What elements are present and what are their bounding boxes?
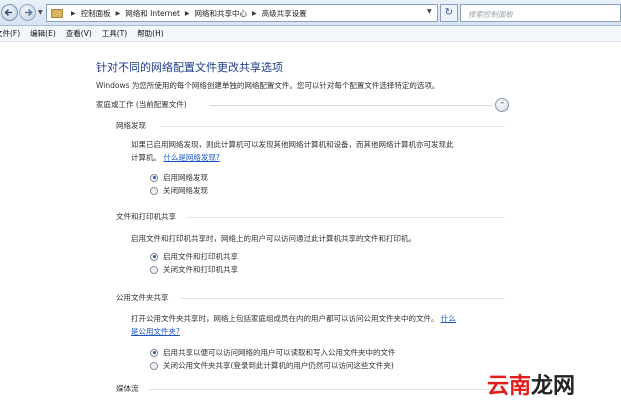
breadcrumb-separator-icon[interactable]: ▶ — [71, 10, 76, 17]
collapse-profile-button[interactable]: ⌃ — [495, 98, 509, 112]
menu-file[interactable]: 文件(F) — [0, 28, 20, 39]
menu-edit[interactable]: 编辑(E) — [30, 28, 56, 39]
radio-disable-public-folder-sharing[interactable]: 关闭公用文件夹共享(登录到此计算机的用户仍然可以访问这些文件夹) — [150, 360, 394, 371]
section-divider — [180, 298, 505, 299]
search-input[interactable]: 搜索控制面板 — [460, 4, 621, 22]
watermark-part1: 云南 — [487, 374, 532, 399]
radio-enable-network-discovery[interactable]: 启用网络发现 — [150, 172, 208, 183]
what-is-network-discovery-link[interactable]: 什么是网络发现? — [163, 153, 219, 162]
radio-button[interactable] — [150, 265, 158, 274]
radio-button-selected[interactable] — [150, 252, 158, 261]
control-panel-folder-icon — [51, 8, 63, 18]
radio-label: 启用网络发现 — [163, 173, 208, 182]
forward-button[interactable] — [19, 4, 36, 21]
network-discovery-text: 如果已启用网络发现，则此计算机可以发现其他网络计算机和设备，而其他网络计算机亦可… — [131, 138, 454, 164]
radio-label: 关闭网络发现 — [163, 186, 208, 195]
recent-pages-dropdown-icon[interactable]: ▼ — [38, 9, 43, 16]
breadcrumb-separator-icon[interactable]: ▶ — [252, 10, 257, 17]
section-divider — [148, 389, 505, 390]
network-discovery-text-line2-text: 计算机。 — [131, 153, 161, 162]
menu-help[interactable]: 帮助(H) — [137, 28, 164, 39]
radio-button[interactable] — [150, 186, 158, 195]
menu-bar: 文件(F) 编辑(E) 查看(V) 工具(T) 帮助(H) — [0, 26, 621, 42]
network-discovery-text-line1: 如果已启用网络发现，则此计算机可以发现其他网络计算机和设备，而其他网络计算机亦可… — [131, 140, 454, 149]
network-discovery-text-line2: 计算机。 什么是网络发现? — [131, 151, 454, 164]
forward-arrow-icon — [25, 8, 33, 17]
breadcrumb-network-sharing-center[interactable]: 网络和共享中心 — [195, 8, 248, 19]
radio-disable-network-discovery[interactable]: 关闭网络发现 — [150, 185, 208, 196]
refresh-button[interactable]: ↻ — [440, 4, 458, 22]
refresh-icon: ↻ — [444, 7, 454, 18]
address-bar: ▼ ▶ 控制面板 ▶ 网络和 Internet ▶ 网络和共享中心 ▶ 高级共享… — [0, 0, 621, 26]
chevron-up-icon: ⌃ — [499, 101, 505, 109]
breadcrumb[interactable]: ▶ 控制面板 ▶ 网络和 Internet ▶ 网络和共享中心 ▶ 高级共享设置 — [46, 4, 438, 22]
watermark-part2: 龙网 — [531, 374, 576, 399]
section-divider — [160, 126, 505, 127]
what-is-public-folder-link-part2[interactable]: 是公用文件夹? — [131, 325, 456, 338]
back-button[interactable] — [1, 4, 18, 21]
breadcrumb-control-panel[interactable]: 控制面板 — [81, 8, 111, 19]
radio-button[interactable] — [150, 361, 158, 370]
main-content: 针对不同的网络配置文件更改共享选项 Windows 为您所使用的每个网络创建单独… — [0, 42, 621, 410]
section-heading-media-streaming: 媒体流 — [116, 384, 139, 393]
page-title: 针对不同的网络配置文件更改共享选项 — [96, 61, 283, 74]
page-description: Windows 为您所使用的每个网络创建单独的网络配置文件。您可以针对每个配置文… — [96, 81, 440, 90]
menu-view[interactable]: 查看(V) — [66, 28, 92, 39]
section-heading-public-folder-sharing: 公用文件夹共享 — [116, 293, 169, 302]
radio-enable-file-printer-sharing[interactable]: 启用文件和打印机共享 — [150, 251, 238, 262]
public-folder-text-line1: 打开公用文件夹共享时，网络上包括家庭组成员在内的用户都可以访问公用文件夹中的文件… — [131, 312, 456, 325]
breadcrumb-separator-icon[interactable]: ▶ — [185, 10, 190, 17]
breadcrumb-advanced-sharing[interactable]: 高级共享设置 — [262, 8, 307, 19]
radio-disable-file-printer-sharing[interactable]: 关闭文件和打印机共享 — [150, 264, 238, 275]
back-arrow-icon — [4, 8, 12, 17]
menu-tools[interactable]: 工具(T) — [102, 28, 127, 39]
radio-button-selected[interactable] — [150, 348, 158, 357]
public-folder-text-line1-text: 打开公用文件夹共享时，网络上包括家庭组成员在内的用户都可以访问公用文件夹中的文件… — [131, 314, 439, 323]
radio-label: 启用文件和打印机共享 — [163, 252, 238, 261]
section-divider — [187, 217, 505, 218]
breadcrumb-network-internet[interactable]: 网络和 Internet — [125, 8, 180, 19]
radio-enable-public-folder-sharing[interactable]: 启用共享以便可以访问网络的用户可以读取和写入公用文件夹中的文件 — [150, 347, 396, 358]
radio-label: 启用共享以便可以访问网络的用户可以读取和写入公用文件夹中的文件 — [163, 348, 396, 357]
section-heading-file-printer-sharing: 文件和打印机共享 — [116, 212, 176, 221]
breadcrumb-separator-icon[interactable]: ▶ — [116, 10, 121, 17]
radio-button-selected[interactable] — [150, 173, 158, 182]
profile-heading: 家庭或工作 (当前配置文件) — [96, 100, 187, 109]
search-placeholder: 搜索控制面板 — [468, 10, 513, 19]
file-printer-sharing-text: 启用文件和打印机共享时，网络上的用户可以访问通过此计算机共享的文件和打印机。 — [131, 234, 416, 243]
watermark-logo: 云南龙网 — [487, 368, 575, 400]
what-is-public-folder-link-part1[interactable]: 什么 — [441, 314, 456, 323]
profile-divider — [210, 105, 492, 106]
address-dropdown-icon[interactable]: ▼ — [427, 8, 432, 15]
section-heading-network-discovery: 网络发现 — [116, 121, 146, 130]
radio-label: 关闭公用文件夹共享(登录到此计算机的用户仍然可以访问这些文件夹) — [163, 361, 394, 370]
radio-label: 关闭文件和打印机共享 — [163, 265, 238, 274]
public-folder-sharing-text: 打开公用文件夹共享时，网络上包括家庭组成员在内的用户都可以访问公用文件夹中的文件… — [131, 312, 456, 338]
